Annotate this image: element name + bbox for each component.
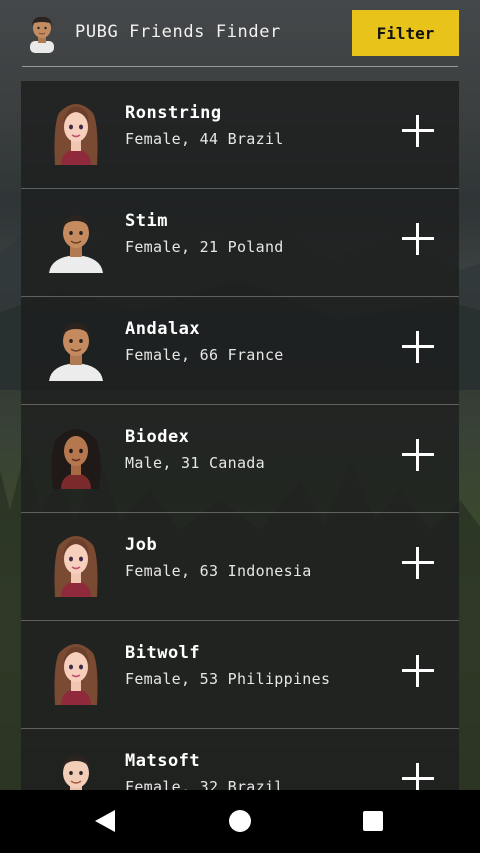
friend-name: Job	[125, 535, 158, 555]
plus-icon[interactable]	[402, 439, 434, 471]
female-long-hair-avatar-icon	[54, 536, 98, 597]
female-curly-hair-avatar-icon	[51, 429, 101, 489]
friend-name: Bitwolf	[125, 643, 201, 663]
friend-name: Stim	[125, 211, 168, 231]
filter-button[interactable]: Filter	[352, 10, 459, 56]
home-circle-icon[interactable]	[229, 810, 251, 832]
friend-card[interactable]: Bitwolf Female, 53 Philippines	[21, 621, 459, 729]
friend-card[interactable]: Ronstring Female, 44 Brazil	[21, 81, 459, 189]
friend-info: Female, 66 France	[125, 346, 284, 364]
friend-info: Female, 53 Philippines	[125, 670, 331, 688]
male-short-hair-avatar-icon	[62, 755, 90, 790]
app-header: PUBG Friends Finder Filter	[0, 0, 480, 67]
friend-name: Ronstring	[125, 103, 222, 123]
female-long-hair-avatar-icon	[54, 644, 98, 705]
back-triangle-icon[interactable]	[95, 810, 115, 832]
plus-icon[interactable]	[402, 331, 434, 363]
friend-info: Male, 31 Canada	[125, 454, 265, 472]
plus-icon[interactable]	[402, 115, 434, 147]
friend-name: Matsoft	[125, 751, 201, 771]
plus-icon[interactable]	[402, 223, 434, 255]
app-title: PUBG Friends Finder	[75, 22, 281, 42]
header-divider	[22, 66, 458, 67]
friend-card[interactable]: Matsoft Female, 32 Brazil	[21, 729, 459, 790]
friend-card[interactable]: Andalax Female, 66 France	[21, 297, 459, 405]
friends-list[interactable]: Ronstring Female, 44 Brazil Stim Female,…	[21, 81, 459, 790]
friend-name: Biodex	[125, 427, 190, 447]
friend-card[interactable]: Job Female, 63 Indonesia	[21, 513, 459, 621]
friend-info: Female, 63 Indonesia	[125, 562, 312, 580]
male-short-hair-avatar-icon	[49, 215, 103, 273]
user-avatar-icon[interactable]	[22, 13, 62, 53]
friend-card[interactable]: Stim Female, 21 Poland	[21, 189, 459, 297]
female-long-hair-avatar-icon	[54, 104, 98, 165]
friend-info: Female, 32 Brazil	[125, 778, 284, 790]
plus-icon[interactable]	[402, 763, 434, 790]
friend-card[interactable]: Biodex Male, 31 Canada	[21, 405, 459, 513]
friend-info: Female, 21 Poland	[125, 238, 284, 256]
friend-info: Female, 44 Brazil	[125, 130, 284, 148]
male-short-hair-avatar-icon	[49, 323, 103, 381]
plus-icon[interactable]	[402, 547, 434, 579]
recent-square-icon[interactable]	[363, 811, 383, 831]
friend-name: Andalax	[125, 319, 201, 339]
plus-icon[interactable]	[402, 655, 434, 687]
android-navigation-bar	[0, 790, 480, 853]
